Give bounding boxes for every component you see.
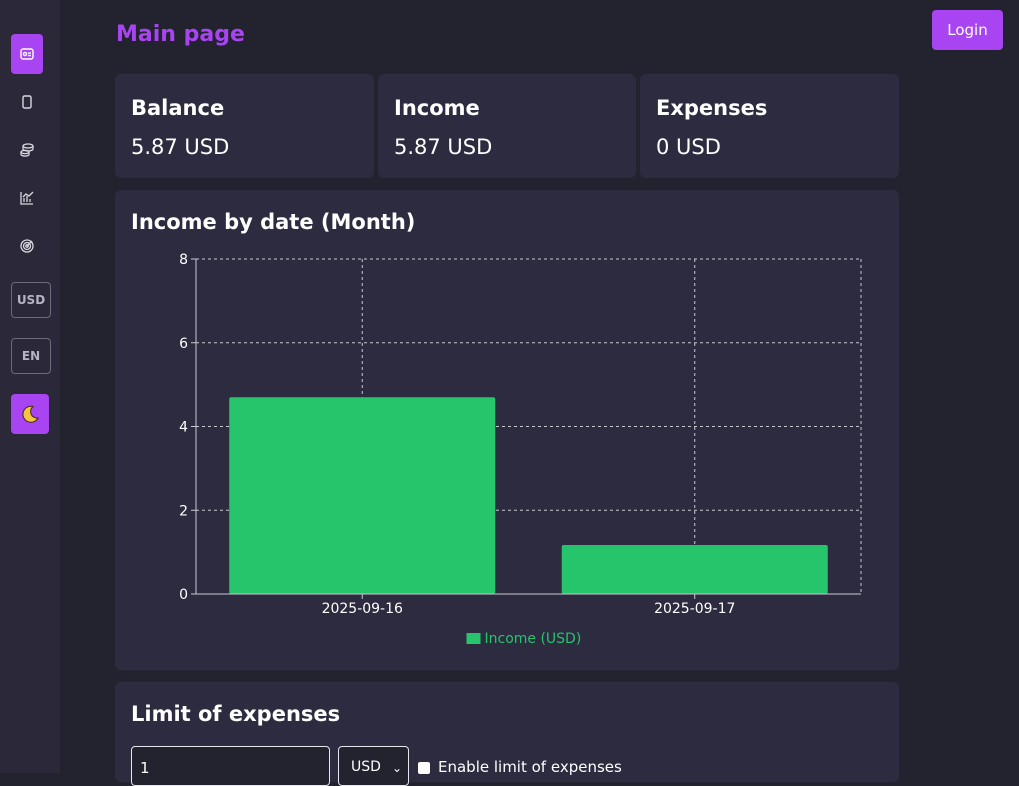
login-button[interactable]: Login bbox=[932, 10, 1003, 50]
stat-value: 0 USD bbox=[656, 135, 721, 159]
limit-title: Limit of expenses bbox=[131, 702, 341, 726]
currency-button[interactable]: USD bbox=[11, 282, 51, 318]
coins-icon[interactable] bbox=[11, 130, 43, 170]
theme-toggle-button[interactable] bbox=[11, 394, 49, 434]
limit-card: Limit of expenses 1 USD ⌄ Enable limit o… bbox=[115, 682, 899, 786]
x-tick-label: 2025-09-17 bbox=[654, 601, 735, 617]
moon-icon bbox=[22, 405, 39, 423]
chart-bar bbox=[561, 545, 828, 594]
expenses-card: Expenses 0 USD bbox=[640, 74, 899, 178]
income-chart-card: Income by date (Month) 0 2 4 6 8 2025-09-16 20… bbox=[115, 190, 899, 670]
income-chart: 0 2 4 6 8 2025-09-16 2025-09-17 Income (USD) bbox=[179, 252, 862, 647]
wallet-icon[interactable] bbox=[11, 82, 43, 122]
y-tick-label: 0 bbox=[179, 587, 188, 603]
legend-swatch bbox=[466, 633, 481, 644]
dashboard-icon[interactable] bbox=[11, 34, 43, 74]
limit-amount-input[interactable]: 1 bbox=[131, 746, 330, 786]
enable-limit-label: Enable limit of expenses bbox=[438, 758, 622, 776]
income-card: Income 5.87 USD bbox=[378, 74, 636, 178]
y-tick-label: 4 bbox=[179, 420, 188, 436]
chart-icon[interactable] bbox=[11, 178, 43, 218]
legend-label: Income (USD) bbox=[485, 631, 582, 647]
stat-value: 5.87 USD bbox=[131, 135, 230, 159]
y-tick-label: 2 bbox=[179, 503, 188, 519]
stat-title: Balance bbox=[131, 96, 225, 120]
y-tick-label: 6 bbox=[179, 336, 188, 352]
chart-bar bbox=[229, 397, 496, 594]
balance-card: Balance 5.87 USD bbox=[115, 74, 374, 178]
sidebar: USD EN bbox=[0, 0, 60, 773]
limit-currency-select[interactable]: USD ⌄ bbox=[338, 746, 409, 786]
stat-value: 5.87 USD bbox=[394, 135, 493, 159]
enable-limit-checkbox[interactable] bbox=[418, 762, 430, 774]
stat-title: Expenses bbox=[656, 96, 768, 120]
x-tick-label: 2025-09-16 bbox=[322, 601, 403, 617]
target-icon[interactable] bbox=[11, 226, 43, 266]
language-button[interactable]: EN bbox=[11, 338, 51, 374]
y-tick-label: 8 bbox=[179, 252, 188, 268]
stat-title: Income bbox=[394, 96, 480, 120]
page-title: Main page bbox=[116, 22, 245, 47]
